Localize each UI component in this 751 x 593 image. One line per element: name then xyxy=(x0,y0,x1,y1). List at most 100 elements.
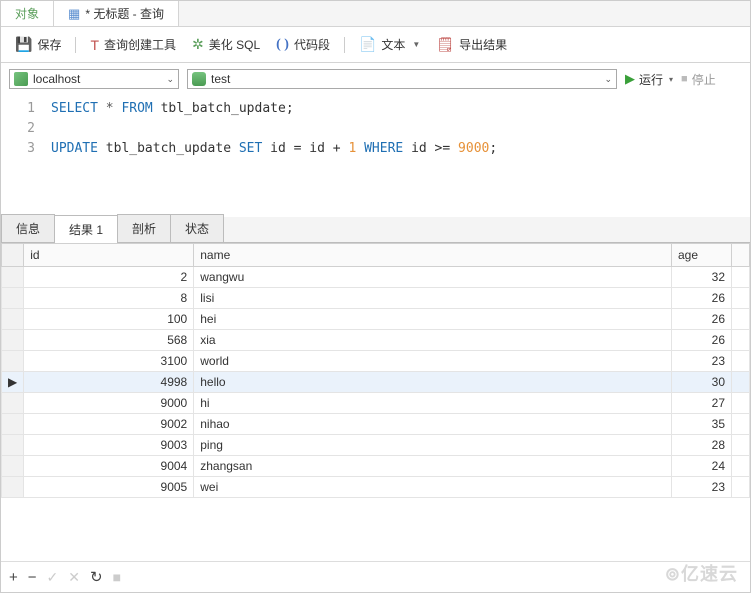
beautify-button[interactable]: ✲ 美化 SQL xyxy=(186,33,266,56)
tab-query[interactable]: ▦ * 无标题 - 查询 xyxy=(54,1,179,26)
cell-id[interactable]: 9003 xyxy=(24,435,194,456)
delete-row-button[interactable]: − xyxy=(28,569,37,586)
database-value: test xyxy=(211,72,230,86)
keyword: SELECT xyxy=(51,101,98,116)
query-icon: ▦ xyxy=(68,6,80,22)
cell-id[interactable]: 3100 xyxy=(24,351,194,372)
cell-age[interactable]: 23 xyxy=(672,351,732,372)
cell-name[interactable]: wangwu xyxy=(194,267,672,288)
export-label: 导出结果 xyxy=(459,36,507,53)
run-button[interactable]: ▶ 运行 ▾ xyxy=(625,71,673,88)
export-button[interactable]: 🗒 导出结果 xyxy=(430,33,513,56)
identifier: id >= xyxy=(411,141,458,156)
tab-objects-label: 对象 xyxy=(15,5,39,22)
identifier: tbl_batch_update; xyxy=(161,101,294,116)
beautify-label: 美化 SQL xyxy=(209,36,260,53)
cell-id[interactable]: 568 xyxy=(24,330,194,351)
row-marker xyxy=(2,456,24,477)
cell-age[interactable]: 26 xyxy=(672,288,732,309)
table-row[interactable]: 9000hi27 xyxy=(2,393,750,414)
cell-id[interactable]: 9004 xyxy=(24,456,194,477)
snippet-button[interactable]: ( ) 代码段 xyxy=(270,33,336,56)
table-row[interactable]: 100hei26 xyxy=(2,309,750,330)
col-age[interactable]: age xyxy=(672,244,732,267)
cell-id[interactable]: 2 xyxy=(24,267,194,288)
col-name[interactable]: name xyxy=(194,244,672,267)
cell-name[interactable]: nihao xyxy=(194,414,672,435)
refresh-button[interactable]: ↻ xyxy=(90,568,103,586)
watermark-text: 亿速云 xyxy=(681,564,738,584)
col-id[interactable]: id xyxy=(24,244,194,267)
chevron-down-icon: ⌄ xyxy=(166,74,174,85)
code-area[interactable]: SELECT * FROM tbl_batch_update; UPDATE t… xyxy=(45,99,497,211)
database-select[interactable]: test ⌄ xyxy=(187,69,617,89)
connection-value: localhost xyxy=(33,72,80,86)
line-number: 3 xyxy=(1,139,35,159)
cell-age[interactable]: 23 xyxy=(672,477,732,498)
line-gutter: 1 2 3 xyxy=(1,99,45,211)
result-grid[interactable]: id name age 2wangwu328lisi26100hei26568x… xyxy=(1,243,750,498)
cell-name[interactable]: hello xyxy=(194,372,672,393)
row-marker xyxy=(2,330,24,351)
cell-age[interactable]: 28 xyxy=(672,435,732,456)
cell-name[interactable]: hi xyxy=(194,393,672,414)
cell-name[interactable]: xia xyxy=(194,330,672,351)
tab-status[interactable]: 状态 xyxy=(170,214,224,242)
cell-age[interactable]: 26 xyxy=(672,330,732,351)
cell-name[interactable]: hei xyxy=(194,309,672,330)
tab-info[interactable]: 信息 xyxy=(1,214,55,242)
row-marker xyxy=(2,288,24,309)
table-row[interactable]: 8lisi26 xyxy=(2,288,750,309)
cell-age[interactable]: 35 xyxy=(672,414,732,435)
table-row[interactable]: 9004zhangsan24 xyxy=(2,456,750,477)
tab-result-1[interactable]: 结果 1 xyxy=(54,215,118,243)
cell-name[interactable]: world xyxy=(194,351,672,372)
sql-editor[interactable]: 1 2 3 SELECT * FROM tbl_batch_update; UP… xyxy=(1,95,750,215)
stop-button: ■ 停止 xyxy=(681,71,716,88)
table-row[interactable]: 9003ping28 xyxy=(2,435,750,456)
builder-label: 查询创建工具 xyxy=(104,36,176,53)
query-builder-button[interactable]: T 查询创建工具 xyxy=(84,33,182,56)
cell-id[interactable]: 8 xyxy=(24,288,194,309)
table-row[interactable]: 9005wei23 xyxy=(2,477,750,498)
cell-age[interactable]: 30 xyxy=(672,372,732,393)
keyword: UPDATE xyxy=(51,141,98,156)
tab-profile[interactable]: 剖析 xyxy=(117,214,171,242)
cell-name[interactable]: ping xyxy=(194,435,672,456)
cell-id[interactable]: 9002 xyxy=(24,414,194,435)
cell-id[interactable]: 9000 xyxy=(24,393,194,414)
save-icon: 💾 xyxy=(15,36,32,53)
table-row[interactable]: 3100world23 xyxy=(2,351,750,372)
cell-age[interactable]: 27 xyxy=(672,393,732,414)
table-row[interactable]: ▶4998hello30 xyxy=(2,372,750,393)
table-row[interactable]: 9002nihao35 xyxy=(2,414,750,435)
cell-age[interactable]: 32 xyxy=(672,267,732,288)
chevron-down-icon: ⌄ xyxy=(604,74,612,85)
table-row[interactable]: 568xia26 xyxy=(2,330,750,351)
cell-age[interactable]: 26 xyxy=(672,309,732,330)
cell-id[interactable]: 4998 xyxy=(24,372,194,393)
text-button[interactable]: 📄 文本 ▼ xyxy=(353,33,426,56)
cell-id[interactable]: 100 xyxy=(24,309,194,330)
tab-objects[interactable]: 对象 xyxy=(1,1,54,26)
result-tab-bar: 信息 结果 1 剖析 状态 xyxy=(1,217,750,243)
watermark-icon: ⊚ xyxy=(665,564,681,584)
cell-name[interactable]: lisi xyxy=(194,288,672,309)
table-row[interactable]: 2wangwu32 xyxy=(2,267,750,288)
cell-id[interactable]: 9005 xyxy=(24,477,194,498)
cell-age[interactable]: 24 xyxy=(672,456,732,477)
cell-name[interactable]: wei xyxy=(194,477,672,498)
watermark: ⊚亿速云 xyxy=(665,560,738,586)
identifier: id = id + xyxy=(270,141,348,156)
line-number: 2 xyxy=(1,119,35,139)
connection-select[interactable]: localhost ⌄ xyxy=(9,69,179,89)
stop-label: 停止 xyxy=(692,71,716,88)
stop-fetch-button: ■ xyxy=(113,569,121,585)
cell-spacer xyxy=(732,309,750,330)
add-row-button[interactable]: + xyxy=(9,569,18,586)
cell-spacer xyxy=(732,288,750,309)
snippet-label: 代码段 xyxy=(294,36,330,53)
save-button[interactable]: 💾 保存 xyxy=(9,33,67,56)
cell-name[interactable]: zhangsan xyxy=(194,456,672,477)
identifier: tbl_batch_update xyxy=(106,141,231,156)
